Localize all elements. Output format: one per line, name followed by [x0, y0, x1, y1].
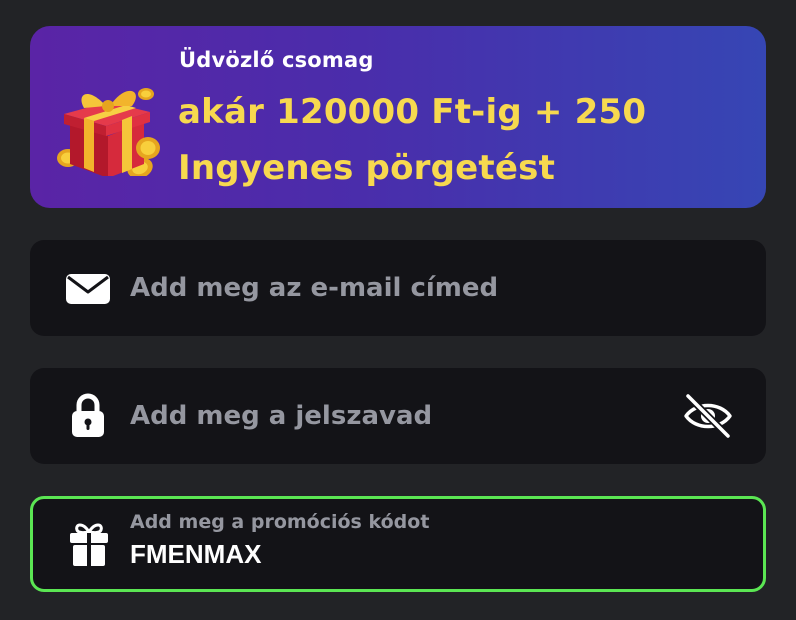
- banner-title: akár 120000 Ft-ig + 250 Ingyenes pörgeté…: [178, 84, 646, 196]
- envelope-icon: [64, 266, 112, 310]
- banner-subtitle: Üdvözlő csomag: [179, 48, 374, 72]
- welcome-bonus-banner: Üdvözlő csomag akár 120000 Ft-ig + 250 I…: [30, 26, 766, 208]
- banner-title-line-1: akár 120000 Ft-ig + 250: [178, 92, 647, 132]
- promo-code-field[interactable]: Add meg a promóciós kódot FMENMAX: [30, 496, 766, 592]
- gift-box-icon: [48, 66, 168, 179]
- password-placeholder: Add meg a jelszavad: [130, 401, 433, 431]
- password-field[interactable]: Add meg a jelszavad: [30, 368, 766, 464]
- eye-off-icon[interactable]: [682, 392, 734, 440]
- gift-icon: [67, 518, 115, 566]
- banner-title-line-2: Ingyenes pörgetést: [178, 148, 556, 188]
- email-placeholder: Add meg az e-mail címed: [130, 273, 499, 303]
- promo-code-label: Add meg a promóciós kódot: [130, 511, 430, 533]
- email-field[interactable]: Add meg az e-mail címed: [30, 240, 766, 336]
- promo-code-input[interactable]: FMENMAX: [130, 539, 261, 570]
- lock-icon: [64, 393, 112, 438]
